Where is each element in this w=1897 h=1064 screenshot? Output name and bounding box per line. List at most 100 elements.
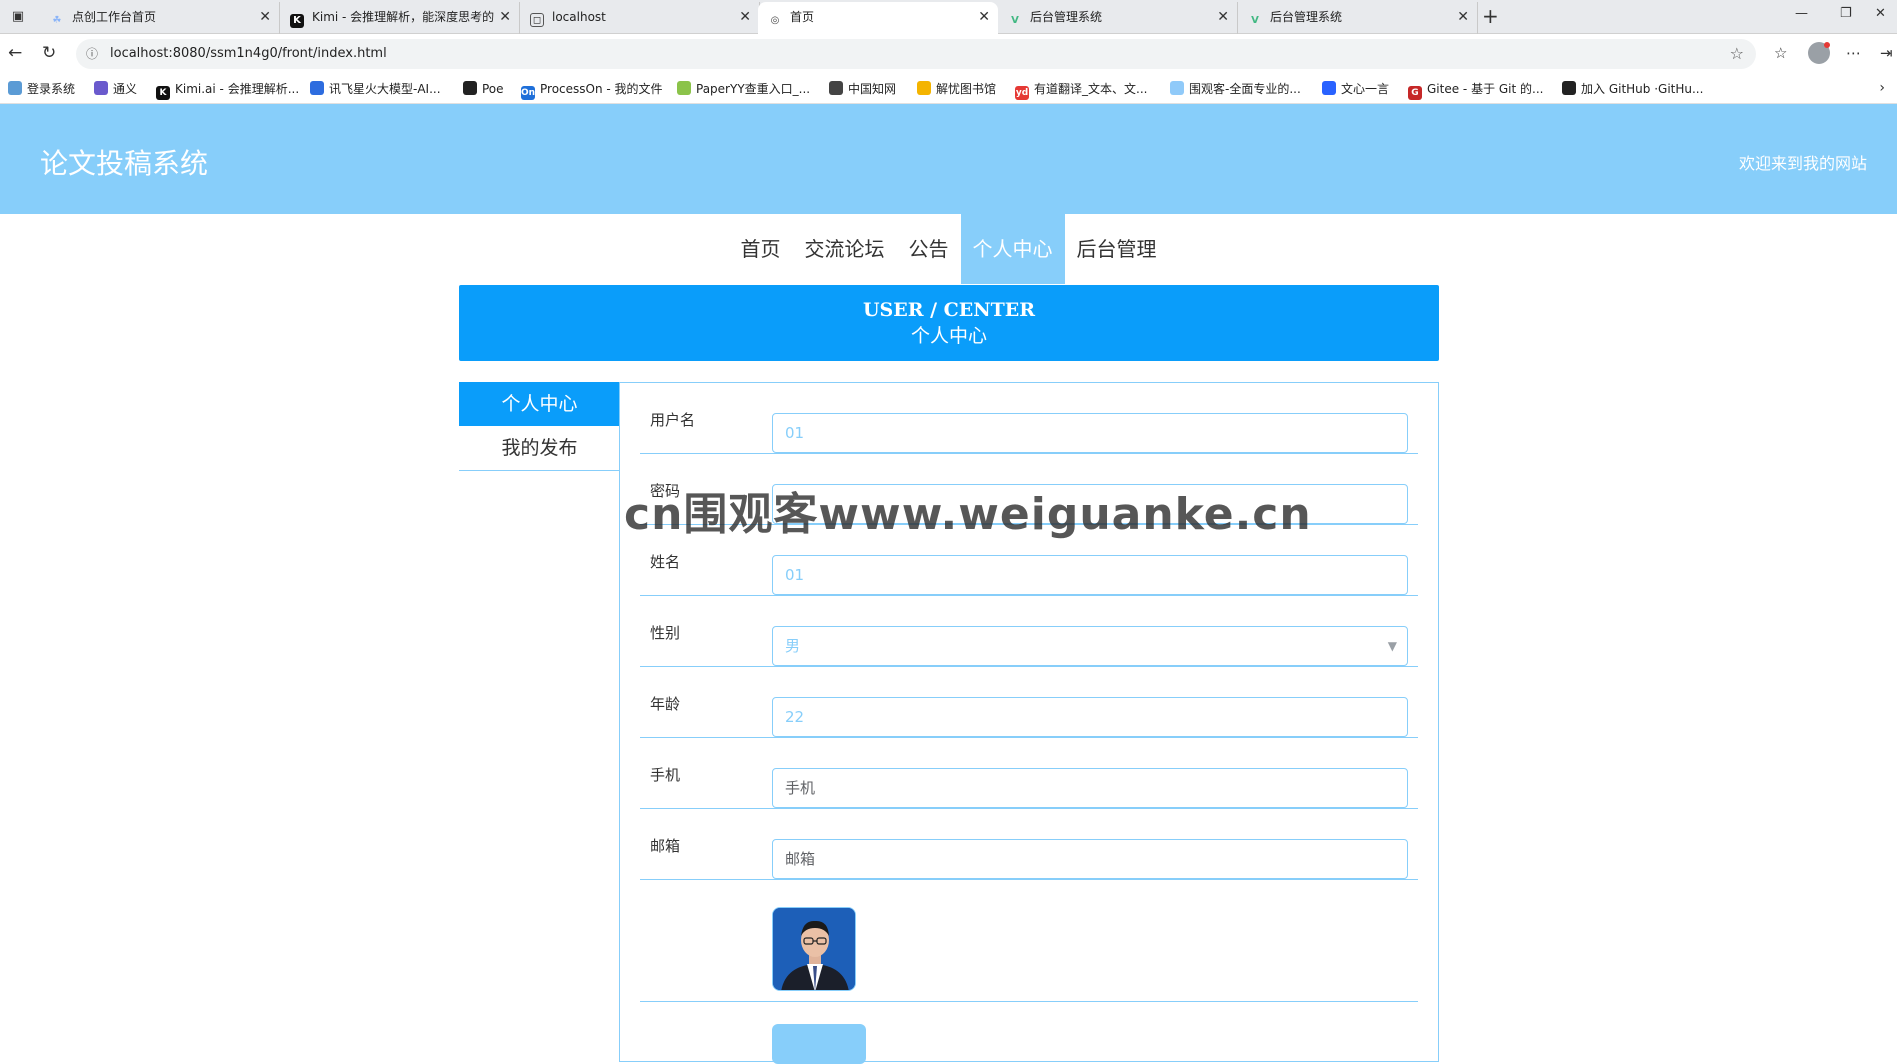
close-icon[interactable]: ✕	[978, 2, 990, 32]
more-icon[interactable]: ⋯	[1846, 43, 1861, 63]
main-nav: 首页 交流论坛 公告 个人中心 后台管理	[0, 214, 1897, 284]
tab-title: 首页	[790, 10, 815, 24]
bookmark-icon	[94, 81, 108, 95]
name-label: 姓名	[650, 553, 681, 571]
side-item-user-center[interactable]: 个人中心	[459, 382, 620, 426]
leaf-icon: ☘	[52, 15, 62, 26]
bookmark-label: 文心一言	[1341, 82, 1390, 96]
bookmark-item[interactable]: 讯飞星火大模型-AI...	[310, 80, 441, 98]
bookmark-item[interactable]: 通义	[94, 80, 137, 98]
bookmark-icon	[677, 81, 691, 95]
bookmark-icon	[829, 81, 843, 95]
submit-button[interactable]	[772, 1024, 866, 1064]
url-field[interactable]: ⓘ localhost:8080/ssm1n4g0/front/index.ht…	[76, 39, 1756, 69]
username-label: 用户名	[650, 411, 696, 429]
age-label: 年龄	[650, 695, 681, 713]
close-icon[interactable]: ✕	[739, 2, 751, 32]
bookmark-label: Kimi.ai - 会推理解析...	[175, 82, 300, 96]
bookmark-item[interactable]: 解忧图书馆	[917, 80, 996, 98]
close-icon[interactable]: ✕	[1457, 2, 1469, 32]
close-icon[interactable]: ✕	[259, 2, 271, 32]
bookmark-label: 讯飞星火大模型-AI...	[329, 82, 441, 96]
bookmark-label: ProcessOn - 我的文件	[540, 82, 663, 96]
close-icon[interactable]: ✕	[1217, 2, 1229, 32]
bookmark-icon	[463, 81, 477, 95]
bookmark-label: Poe	[482, 82, 504, 96]
page-icon: ◻	[530, 13, 544, 27]
tab-actions-icon[interactable]: ▣	[6, 6, 30, 28]
tab-title: 后台管理系统	[1270, 10, 1343, 24]
bookmark-item[interactable]: 加入 GitHub ·GitHu...	[1562, 80, 1703, 98]
user-photo	[773, 908, 855, 990]
gender-select[interactable]: 男 ▼	[772, 626, 1408, 666]
browser-tab[interactable]: V 后台管理系统 ✕	[1238, 2, 1478, 34]
browser-tab[interactable]: K Kimi - 会推理解析，能深度思考的 ✕	[280, 2, 520, 34]
notification-dot	[1824, 42, 1830, 48]
bookmark-icon: G	[1408, 86, 1422, 100]
nav-item-notice[interactable]: 公告	[897, 214, 961, 284]
bookmark-item[interactable]: 中国知网	[829, 80, 896, 98]
bookmark-icon	[1170, 81, 1184, 95]
bookmark-icon	[310, 81, 324, 95]
favorites-icon[interactable]: ☆	[1774, 43, 1787, 63]
browser-tab[interactable]: ☘ 点创工作台首页 ✕	[40, 2, 280, 34]
bookmark-item[interactable]: yd 有道翻译_文本、文...	[1015, 80, 1147, 100]
form-row-gender: 性别 男 ▼	[640, 596, 1418, 667]
favorite-star-icon[interactable]: ☆	[1730, 39, 1744, 69]
bookmark-item[interactable]: Poe	[463, 80, 504, 98]
close-icon[interactable]: ✕	[499, 2, 511, 32]
browser-tab-bar: ▣ ☘ 点创工作台首页 ✕ K Kimi - 会推理解析，能深度思考的 ✕ ◻ loc…	[0, 0, 1897, 34]
bookmark-label: Gitee - 基于 Git 的...	[1427, 82, 1544, 96]
name-input[interactable]: 01	[772, 555, 1408, 595]
minimize-icon[interactable]: —	[1795, 6, 1808, 21]
bookmark-icon	[1562, 81, 1576, 95]
bookmark-label: 有道翻译_文本、文...	[1034, 82, 1148, 96]
form-row-age: 年龄 22	[640, 667, 1418, 738]
bookmark-icon	[1322, 81, 1336, 95]
form-row-email: 邮箱 邮箱	[640, 809, 1418, 880]
back-icon[interactable]: ←	[8, 42, 22, 64]
nav-item-admin[interactable]: 后台管理	[1065, 214, 1169, 284]
close-window-icon[interactable]: ✕	[1875, 6, 1886, 21]
reload-icon[interactable]: ↻	[42, 42, 56, 64]
bookmark-icon	[917, 81, 931, 95]
info-icon[interactable]: ⓘ	[86, 39, 98, 69]
nav-item-forum[interactable]: 交流论坛	[793, 214, 897, 284]
bookmark-item[interactable]: K Kimi.ai - 会推理解析...	[156, 80, 299, 100]
form-row-avatar	[640, 891, 1418, 1002]
age-input[interactable]: 22	[772, 697, 1408, 737]
bookmark-item[interactable]: 登录系统	[8, 80, 75, 98]
username-input[interactable]: 01	[772, 413, 1408, 453]
bookmark-item[interactable]: 围观客-全面专业的...	[1170, 80, 1301, 98]
bookmark-label: 解忧图书馆	[936, 82, 997, 96]
restore-icon[interactable]: ❐	[1840, 6, 1852, 21]
bookmark-icon: K	[156, 86, 170, 100]
nav-item-home[interactable]: 首页	[729, 214, 793, 284]
avatar[interactable]	[772, 907, 856, 991]
site-title: 论文投稿系统	[40, 147, 209, 180]
chevron-right-icon[interactable]: ›	[1879, 80, 1885, 96]
sidebar-icon[interactable]: ⇥	[1880, 43, 1893, 63]
bookmark-item[interactable]: PaperYY查重入口_...	[677, 80, 810, 98]
bookmark-icon: yd	[1015, 86, 1029, 100]
browser-tab[interactable]: V 后台管理系统 ✕	[998, 2, 1238, 34]
tab-title: 后台管理系统	[1030, 10, 1103, 24]
form-row-username: 用户名 01	[640, 383, 1418, 454]
bookmark-item[interactable]: 文心一言	[1322, 80, 1389, 98]
bookmark-label: 登录系统	[27, 82, 76, 96]
browser-tab-active[interactable]: ◎ 首页 ✕	[758, 2, 998, 34]
section-banner: USER / CENTER 个人中心	[459, 285, 1439, 361]
browser-tab[interactable]: ◻ localhost ✕	[520, 2, 760, 34]
form-row-phone: 手机 手机	[640, 738, 1418, 809]
bookmark-label: 中国知网	[848, 82, 897, 96]
bookmark-item[interactable]: G Gitee - 基于 Git 的...	[1408, 80, 1543, 100]
nav-item-user-center[interactable]: 个人中心	[960, 214, 1065, 284]
email-input[interactable]: 邮箱	[772, 839, 1408, 879]
url-text: localhost:8080/ssm1n4g0/front/index.html	[110, 46, 387, 61]
side-item-my-posts[interactable]: 我的发布	[459, 426, 620, 470]
kimi-icon: K	[290, 14, 304, 28]
new-tab-icon[interactable]: +	[1482, 4, 1499, 28]
phone-input[interactable]: 手机	[772, 768, 1408, 808]
tab-title: Kimi - 会推理解析，能深度思考的	[312, 10, 495, 24]
bookmark-item[interactable]: On ProcessOn - 我的文件	[521, 80, 663, 100]
